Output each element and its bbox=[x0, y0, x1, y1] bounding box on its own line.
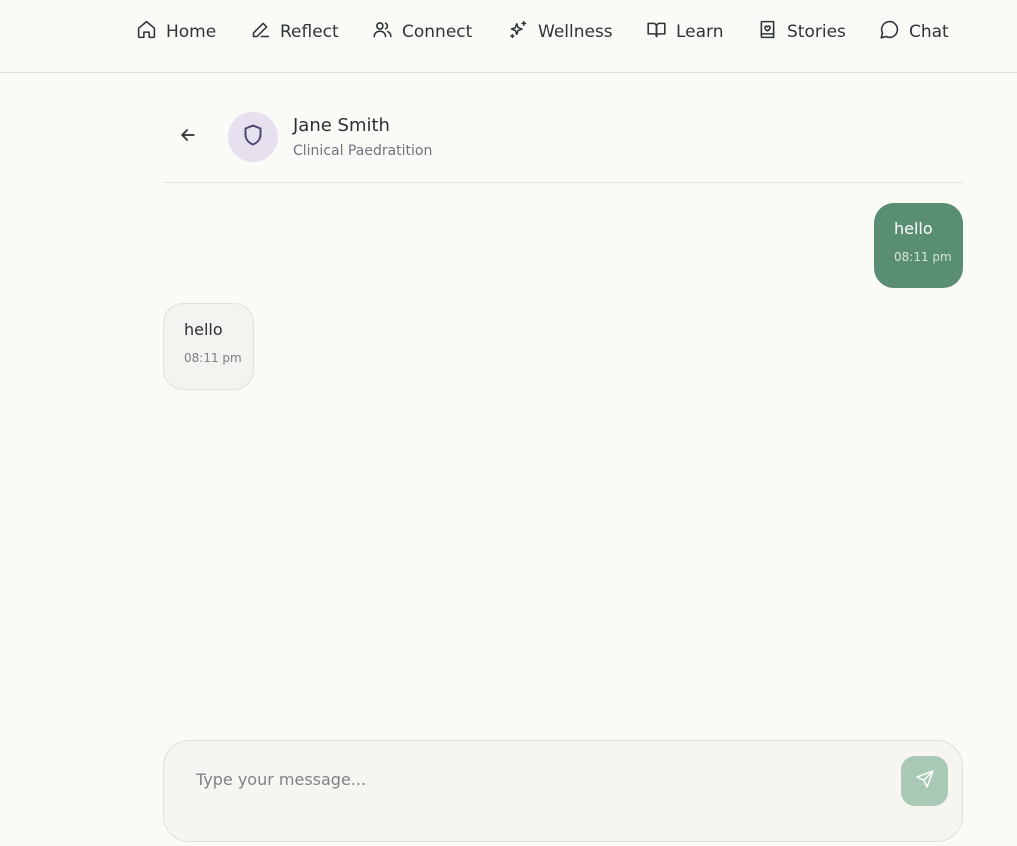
users-icon bbox=[372, 19, 393, 45]
message-input[interactable] bbox=[194, 768, 884, 808]
message-composer bbox=[163, 740, 963, 842]
nav-item-chat[interactable]: Chat bbox=[879, 20, 949, 44]
nav-label: Connect bbox=[402, 22, 473, 42]
contact-name: Jane Smith bbox=[293, 115, 390, 136]
shield-icon bbox=[241, 123, 265, 151]
nav-item-stories[interactable]: Stories bbox=[757, 20, 846, 44]
message-text: hello bbox=[894, 219, 933, 238]
avatar bbox=[228, 112, 278, 162]
message-text: hello bbox=[184, 320, 223, 339]
message-time: 08:11 pm bbox=[894, 250, 952, 264]
nav-label: Chat bbox=[909, 22, 949, 42]
top-navigation: Home Reflect Connect Wellness Learn Stor… bbox=[0, 0, 1017, 73]
nav-label: Home bbox=[166, 22, 217, 42]
nav-item-reflect[interactable]: Reflect bbox=[250, 20, 339, 44]
nav-item-learn[interactable]: Learn bbox=[646, 20, 724, 44]
send-button[interactable] bbox=[901, 756, 948, 806]
message-outgoing: hello 08:11 pm bbox=[874, 203, 963, 288]
header-divider bbox=[163, 182, 963, 183]
send-icon bbox=[915, 769, 935, 793]
chat-bubble-icon bbox=[879, 19, 900, 45]
nav-item-wellness[interactable]: Wellness bbox=[508, 20, 613, 44]
message-incoming: hello 08:11 pm bbox=[163, 303, 254, 390]
nav-label: Wellness bbox=[538, 22, 613, 42]
nav-item-connect[interactable]: Connect bbox=[372, 20, 472, 44]
contact-role: Clinical Paedratition bbox=[293, 143, 433, 159]
nav-label: Reflect bbox=[280, 22, 339, 42]
book-open-icon bbox=[646, 19, 667, 45]
back-button[interactable] bbox=[175, 124, 201, 150]
book-heart-icon bbox=[757, 19, 778, 45]
message-time: 08:11 pm bbox=[184, 351, 242, 365]
nav-label: Stories bbox=[787, 22, 846, 42]
home-icon bbox=[136, 19, 157, 45]
sparkles-icon bbox=[508, 19, 529, 45]
arrow-left-icon bbox=[178, 125, 198, 149]
nav-item-home[interactable]: Home bbox=[136, 20, 216, 44]
nav-label: Learn bbox=[676, 22, 724, 42]
pencil-icon bbox=[250, 19, 271, 45]
